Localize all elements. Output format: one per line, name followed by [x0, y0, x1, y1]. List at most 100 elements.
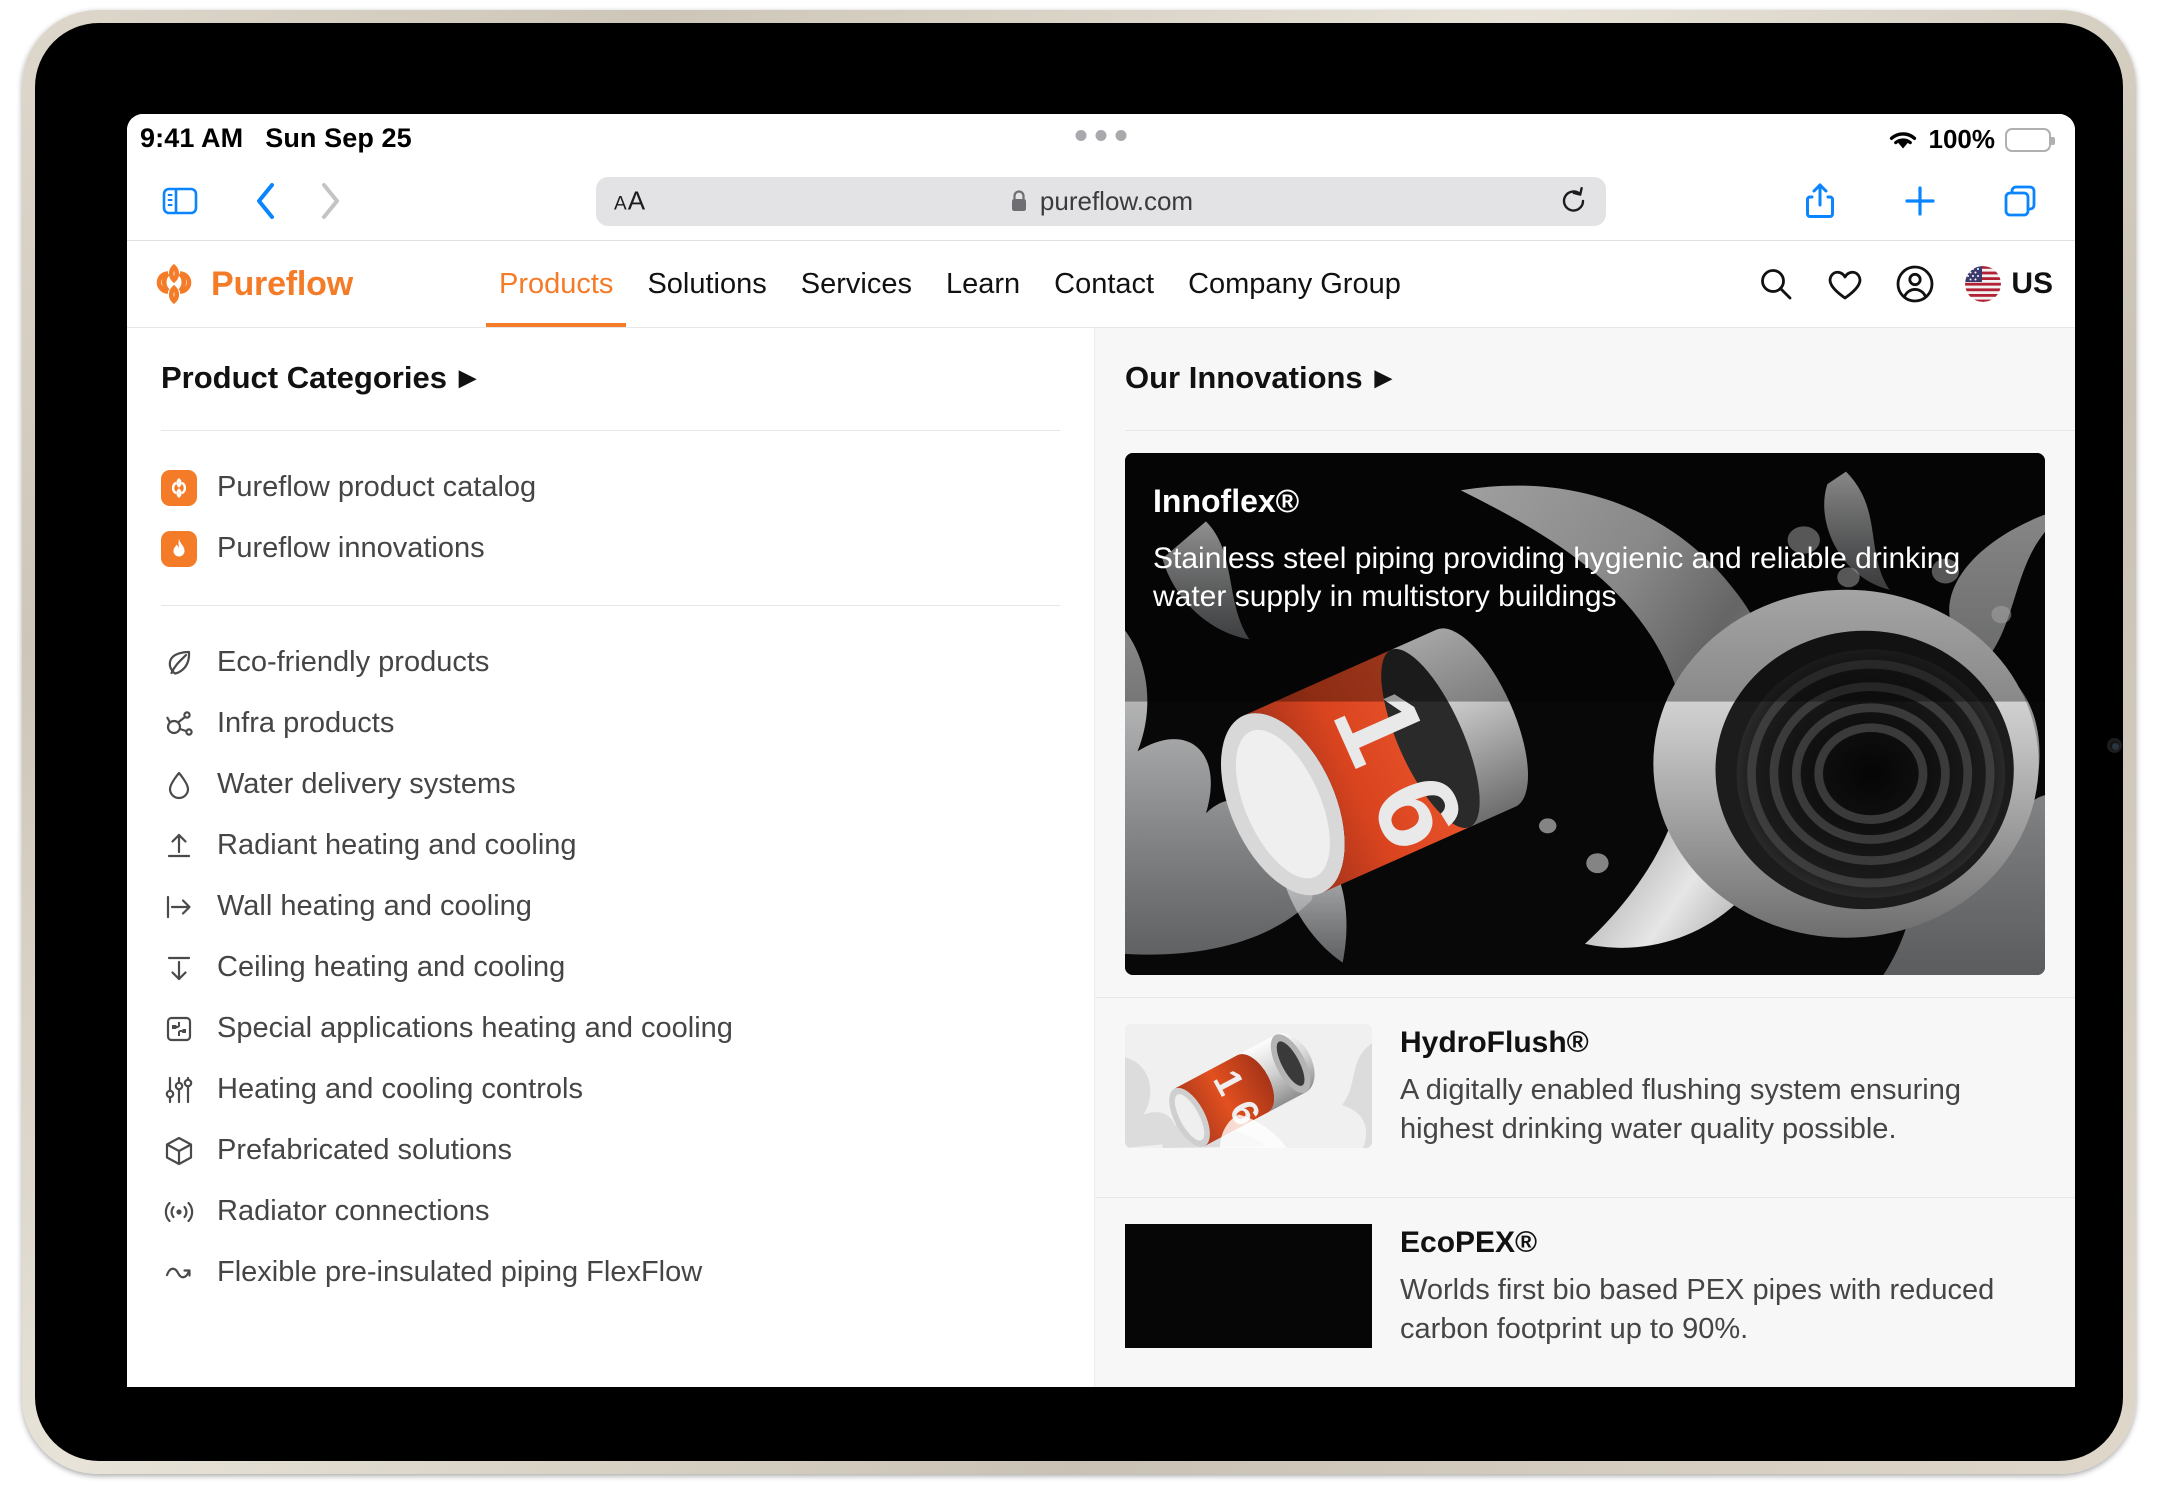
list-item[interactable]: Ceiling heating and cooling: [161, 937, 1060, 998]
list-item[interactable]: Flexible pre-insulated piping FlexFlow: [161, 1242, 1060, 1303]
nav-item-company-group[interactable]: Company Group: [1171, 241, 1418, 327]
our-innovations-panel: Our Innovations ▶ 1 6 Innoflex® Stainles…: [1095, 328, 2075, 1387]
main-navigation: Products Solutions Services Learn Contac…: [482, 241, 1418, 327]
account-circle-icon[interactable]: [1895, 264, 1935, 304]
list-item[interactable]: Prefabricated solutions: [161, 1120, 1060, 1181]
innovation-thumbnail: [1125, 1223, 1372, 1348]
innovation-title: EcoPEX®: [1400, 1225, 1538, 1259]
status-date: Sun Sep 25: [265, 123, 412, 153]
chevron-right-icon: ▶: [1374, 365, 1392, 390]
network-nodes-icon: [161, 706, 197, 742]
tabs-icon[interactable]: [1991, 172, 2049, 230]
window-dot: [1115, 130, 1127, 141]
aa-big-letter: A: [627, 185, 646, 216]
header-actions: US: [1757, 264, 2053, 304]
plus-icon[interactable]: [1891, 172, 1949, 230]
sidebar-icon[interactable]: [151, 172, 209, 230]
panel-title: Our Innovations: [1125, 360, 1363, 395]
innovation-description: A digitally enabled flushing system ensu…: [1400, 1074, 1961, 1145]
battery-percent-label: 100%: [1928, 124, 1996, 154]
hero-title: Innoflex®: [1153, 483, 1300, 519]
brand-logo-link[interactable]: Pureflow: [151, 261, 353, 307]
list-item-label: Pureflow innovations: [217, 532, 485, 564]
locale-switcher[interactable]: US: [1965, 266, 2053, 302]
innovation-text-block: HydroFlush® A digitally enabled flushing…: [1400, 1024, 2010, 1149]
arrow-right-from-line-icon: [161, 889, 197, 925]
site-header: Pureflow Products Solutions Services Lea…: [127, 241, 2075, 327]
nav-item-contact[interactable]: Contact: [1037, 241, 1171, 327]
panel-title: Product Categories: [161, 360, 447, 395]
ios-status-bar: 9:41 AM Sun Sep 25 100%: [127, 114, 2075, 162]
toolbar-left-group: [151, 172, 359, 230]
list-item-label: Radiant heating and cooling: [217, 829, 577, 861]
list-item[interactable]: Infra products: [161, 693, 1060, 754]
flame-icon: [161, 530, 197, 567]
pipe-fitting-ice-image: 1 6: [1125, 1024, 1372, 1148]
chevron-right-icon: ▶: [458, 365, 476, 390]
product-categories-panel: Product Categories ▶ Pureflow product ca…: [127, 328, 1095, 1387]
safari-browser-window: 9:41 AM Sun Sep 25 100% A A pureflow.com…: [127, 114, 2075, 1387]
lock-icon: [1009, 189, 1029, 214]
featured-links-group: Pureflow product catalog Pureflow innova…: [127, 431, 1094, 579]
innovation-list-item[interactable]: 1 6 HydroFlush® A digitally enabled flus…: [1095, 997, 2075, 1175]
chevron-left-icon[interactable]: [237, 172, 295, 230]
wave-arrow-icon: [161, 1255, 197, 1291]
leaf-icon: [161, 645, 197, 681]
heart-icon[interactable]: [1825, 265, 1865, 303]
innovation-text-block: EcoPEX® Worlds first bio based PEX pipes…: [1400, 1224, 2010, 1349]
address-bar-container: A A pureflow.com: [596, 176, 1606, 226]
list-item-label: Wall heating and cooling: [217, 890, 532, 922]
page-settings-aa-button[interactable]: A A: [614, 186, 645, 217]
aa-small-letter: A: [614, 193, 627, 215]
innovation-hero-card[interactable]: 1 6 Innoflex® Stainless steel piping pro…: [1125, 453, 2045, 975]
list-item-label: Ceiling heating and cooling: [217, 951, 566, 983]
url-display[interactable]: pureflow.com: [1009, 186, 1193, 217]
nav-item-learn[interactable]: Learn: [929, 241, 1037, 327]
innovation-thumbnail: 1 6: [1125, 1024, 1372, 1148]
innovation-list-item[interactable]: EcoPEX® Worlds first bio based PEX pipes…: [1095, 1196, 2075, 1375]
search-icon[interactable]: [1757, 265, 1795, 303]
list-item-label: Radiator connections: [217, 1195, 490, 1227]
list-item[interactable]: Radiant heating and cooling: [161, 815, 1060, 876]
innovation-description: Worlds first bio based PEX pipes with re…: [1400, 1273, 1995, 1345]
list-item[interactable]: Heating and cooling controls: [161, 1059, 1060, 1120]
window-dot: [1095, 130, 1107, 141]
list-item[interactable]: Pureflow product catalog: [161, 457, 1060, 518]
our-innovations-header[interactable]: Our Innovations ▶: [1095, 360, 2075, 430]
innovation-title: HydroFlush®: [1400, 1026, 1589, 1059]
list-item[interactable]: Pureflow innovations: [161, 518, 1060, 579]
nav-item-products[interactable]: Products: [482, 241, 630, 327]
list-item-label: Infra products: [217, 707, 395, 739]
share-icon[interactable]: [1791, 172, 1849, 230]
list-item-label: Special applications heating and cooling: [217, 1012, 733, 1044]
dark-placeholder-image: [1125, 1223, 1372, 1348]
locale-label: US: [2011, 267, 2053, 300]
window-controls-dots[interactable]: [1075, 130, 1127, 141]
sliders-icon: [161, 1072, 197, 1108]
hero-description: Stainless steel piping providing hygieni…: [1153, 542, 1961, 614]
address-bar[interactable]: A A pureflow.com: [596, 176, 1606, 226]
arrow-down-from-line-icon: [161, 950, 197, 986]
nav-item-solutions[interactable]: Solutions: [630, 241, 783, 327]
list-item[interactable]: Eco-friendly products: [161, 632, 1060, 693]
chevron-right-icon: [301, 172, 359, 230]
status-bar-left: 9:41 AM Sun Sep 25: [140, 123, 412, 154]
list-item-label: Prefabricated solutions: [217, 1134, 512, 1166]
us-flag-icon: [1965, 266, 2002, 302]
nav-item-services[interactable]: Services: [784, 241, 929, 327]
list-item[interactable]: Wall heating and cooling: [161, 876, 1060, 937]
broadcast-icon: [161, 1194, 197, 1230]
water-drop-icon: [161, 767, 197, 803]
status-bar-right: 100%: [1887, 124, 2055, 155]
reload-icon[interactable]: [1560, 186, 1588, 216]
list-item-label: Heating and cooling controls: [217, 1073, 583, 1105]
list-item[interactable]: Water delivery systems: [161, 754, 1060, 815]
product-categories-header[interactable]: Product Categories ▶: [127, 360, 1094, 430]
puzzle-square-icon: [161, 1011, 197, 1047]
brand-name: Pureflow: [211, 264, 353, 303]
list-item-label: Flexible pre-insulated piping FlexFlow: [217, 1256, 703, 1288]
camera-lens: [2107, 738, 2122, 753]
url-text: pureflow.com: [1039, 185, 1194, 216]
list-item[interactable]: Special applications heating and cooling: [161, 998, 1060, 1059]
list-item[interactable]: Radiator connections: [161, 1181, 1060, 1242]
